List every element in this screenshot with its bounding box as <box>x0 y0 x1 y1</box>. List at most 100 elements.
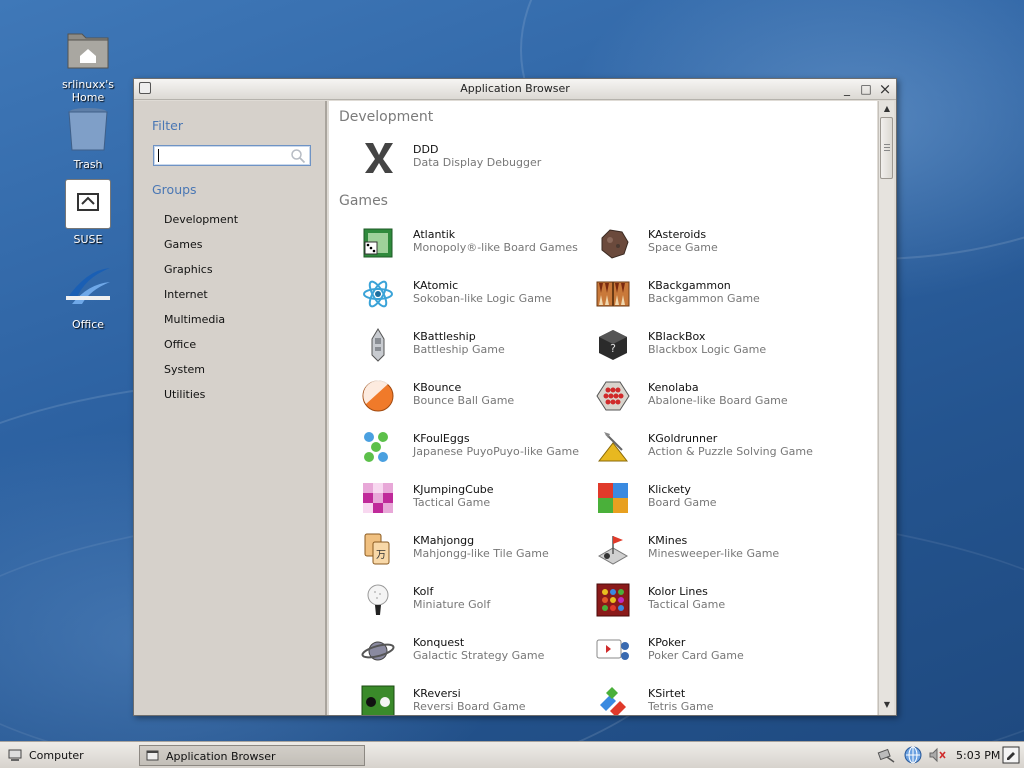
group-item-development[interactable]: Development <box>164 213 238 226</box>
vertical-scrollbar[interactable]: ▲ ▼ <box>878 101 894 715</box>
taskbar-item-application-browser[interactable]: Application Browser <box>139 745 365 766</box>
app-description: Board Game <box>648 496 717 509</box>
app-item-kenolaba[interactable]: Kenolaba Abalone-like Board Game <box>568 379 798 419</box>
scroll-up-arrow-icon[interactable]: ▲ <box>881 103 893 115</box>
svg-text:?: ? <box>610 342 616 355</box>
app-item-kolf[interactable]: Kolf Miniature Golf <box>333 583 563 623</box>
app-name: KFoulEggs <box>413 432 470 445</box>
app-name: KBattleship <box>413 330 476 343</box>
group-item-multimedia[interactable]: Multimedia <box>164 313 225 326</box>
app-item-klickety[interactable]: Klickety Board Game <box>568 481 798 521</box>
app-description: Battleship Game <box>413 343 505 356</box>
app-description: Abalone-like Board Game <box>648 394 788 407</box>
sidebar: Filter Groups Development Games Graphics… <box>134 101 327 715</box>
kjumpingcube-icon <box>363 483 393 513</box>
klickety-icon <box>598 483 628 513</box>
app-item-ddd[interactable]: DDD Data Display Debugger <box>333 141 563 181</box>
app-description: Reversi Board Game <box>413 700 526 713</box>
app-description: Tetris Game <box>648 700 714 713</box>
maximize-button[interactable]: □ <box>859 82 873 96</box>
group-item-office[interactable]: Office <box>164 338 196 351</box>
kbounce-icon <box>362 380 394 412</box>
app-item-kmahjongg[interactable]: 万 KMahjongg Mahjongg-like Tile Game <box>333 532 563 572</box>
app-item-katomic[interactable]: KAtomic Sokoban-like Logic Game <box>333 277 563 317</box>
app-description: Galactic Strategy Game <box>413 649 545 662</box>
app-item-atlantik[interactable]: Atlantik Monopoly®-like Board Games <box>333 226 578 266</box>
katomic-icon <box>363 280 393 308</box>
app-description: Bounce Ball Game <box>413 394 515 407</box>
app-description: Mahjongg-like Tile Game <box>413 547 549 560</box>
app-item-kasteroids[interactable]: KAsteroids Space Game <box>568 226 798 266</box>
ddd-icon <box>365 143 393 173</box>
desktop-icon-label: Office <box>71 318 105 331</box>
suse-document-icon <box>65 179 111 229</box>
app-item-kolor-lines[interactable]: Kolor Lines Tactical Game <box>568 583 798 623</box>
computer-label: Computer <box>29 749 84 762</box>
group-item-internet[interactable]: Internet <box>164 288 208 301</box>
desktop-icon-trash[interactable]: Trash <box>46 106 130 171</box>
app-description: Space Game <box>648 241 718 254</box>
app-description: Miniature Golf <box>413 598 491 611</box>
app-name: KReversi <box>413 687 461 700</box>
window-title: Application Browser <box>460 82 570 95</box>
app-description: Data Display Debugger <box>413 156 542 169</box>
app-item-kbounce[interactable]: KBounce Bounce Ball Game <box>333 379 563 419</box>
app-description: Tactical Game <box>648 598 726 611</box>
group-item-graphics[interactable]: Graphics <box>164 263 213 276</box>
group-item-utilities[interactable]: Utilities <box>164 388 205 401</box>
app-item-ksirtet[interactable]: KSirtet Tetris Game <box>568 685 798 715</box>
network-icon[interactable] <box>877 747 895 763</box>
home-folder-icon <box>64 26 112 74</box>
scroll-down-arrow-icon[interactable]: ▼ <box>881 699 893 711</box>
app-name: KAsteroids <box>648 228 707 241</box>
app-item-konquest[interactable]: Konquest Galactic Strategy Game <box>333 634 563 674</box>
kolf-icon <box>367 584 389 615</box>
kbackgammon-icon <box>596 281 630 307</box>
app-description: Tactical Game <box>413 496 491 509</box>
app-name: KGoldrunner <box>648 432 718 445</box>
scrollbar-thumb[interactable] <box>880 117 893 179</box>
minimize-button[interactable]: _ <box>840 82 854 96</box>
app-item-kbackgammon[interactable]: KBackgammon Backgammon Game <box>568 277 798 317</box>
app-item-kfouleggs[interactable]: KFoulEggs Japanese PuyoPuyo-like Game <box>333 430 579 470</box>
app-name: Konquest <box>413 636 465 649</box>
desktop-icon-suse[interactable]: SUSE <box>46 179 130 246</box>
kbattleship-icon <box>371 328 385 362</box>
section-heading-games: Games <box>339 193 388 209</box>
app-item-kbattleship[interactable]: KBattleship Battleship Game <box>333 328 563 368</box>
search-input[interactable] <box>156 148 286 163</box>
app-item-kpoker[interactable]: KPoker Poker Card Game <box>568 634 798 674</box>
app-item-kgoldrunner[interactable]: KGoldrunner Action & Puzzle Solving Game <box>568 430 813 470</box>
desktop-icon-label: SUSE <box>73 233 103 246</box>
title-bar[interactable]: Application Browser _ □ × <box>134 79 896 100</box>
app-item-kblackbox[interactable]: ? KBlackBox Blackbox Logic Game <box>568 328 798 368</box>
atlantik-icon <box>363 228 393 258</box>
kfouleggs-icon <box>364 432 388 462</box>
app-name: KPoker <box>648 636 686 649</box>
app-name: KAtomic <box>413 279 459 292</box>
app-name: Kolor Lines <box>648 585 708 598</box>
group-item-system[interactable]: System <box>164 363 205 376</box>
desktop-icon-home[interactable]: srlinuxx's Home <box>46 26 130 104</box>
desktop-icon-office[interactable]: Office <box>46 266 130 331</box>
app-description: Japanese PuyoPuyo-like Game <box>413 445 580 458</box>
svg-text:万: 万 <box>376 550 386 561</box>
taskbar: Computer Application Browser 5:03 PM <box>0 741 1024 768</box>
taskbar-item-label: Application Browser <box>166 750 276 763</box>
groups-heading: Groups <box>152 182 197 197</box>
desktop-icon-label: srlinuxx's Home <box>61 78 115 104</box>
section-heading-development: Development <box>339 109 434 125</box>
notes-icon[interactable] <box>1002 746 1020 764</box>
close-button[interactable]: × <box>878 82 892 97</box>
volume-muted-icon[interactable] <box>928 747 948 763</box>
group-item-games[interactable]: Games <box>164 238 202 251</box>
app-item-kreversi[interactable]: KReversi Reversi Board Game <box>333 685 563 715</box>
app-item-kmines[interactable]: KMines Minesweeper-like Game <box>568 532 798 572</box>
clock[interactable]: 5:03 PM <box>956 749 1000 762</box>
app-name: KJumpingCube <box>413 483 494 496</box>
search-box[interactable] <box>153 145 311 166</box>
kgoldrunner-icon <box>597 432 629 462</box>
app-item-kjumpingcube[interactable]: KJumpingCube Tactical Game <box>333 481 563 521</box>
application-browser-window: Application Browser _ □ × Filter Groups … <box>133 78 897 716</box>
globe-update-icon[interactable] <box>902 745 924 765</box>
